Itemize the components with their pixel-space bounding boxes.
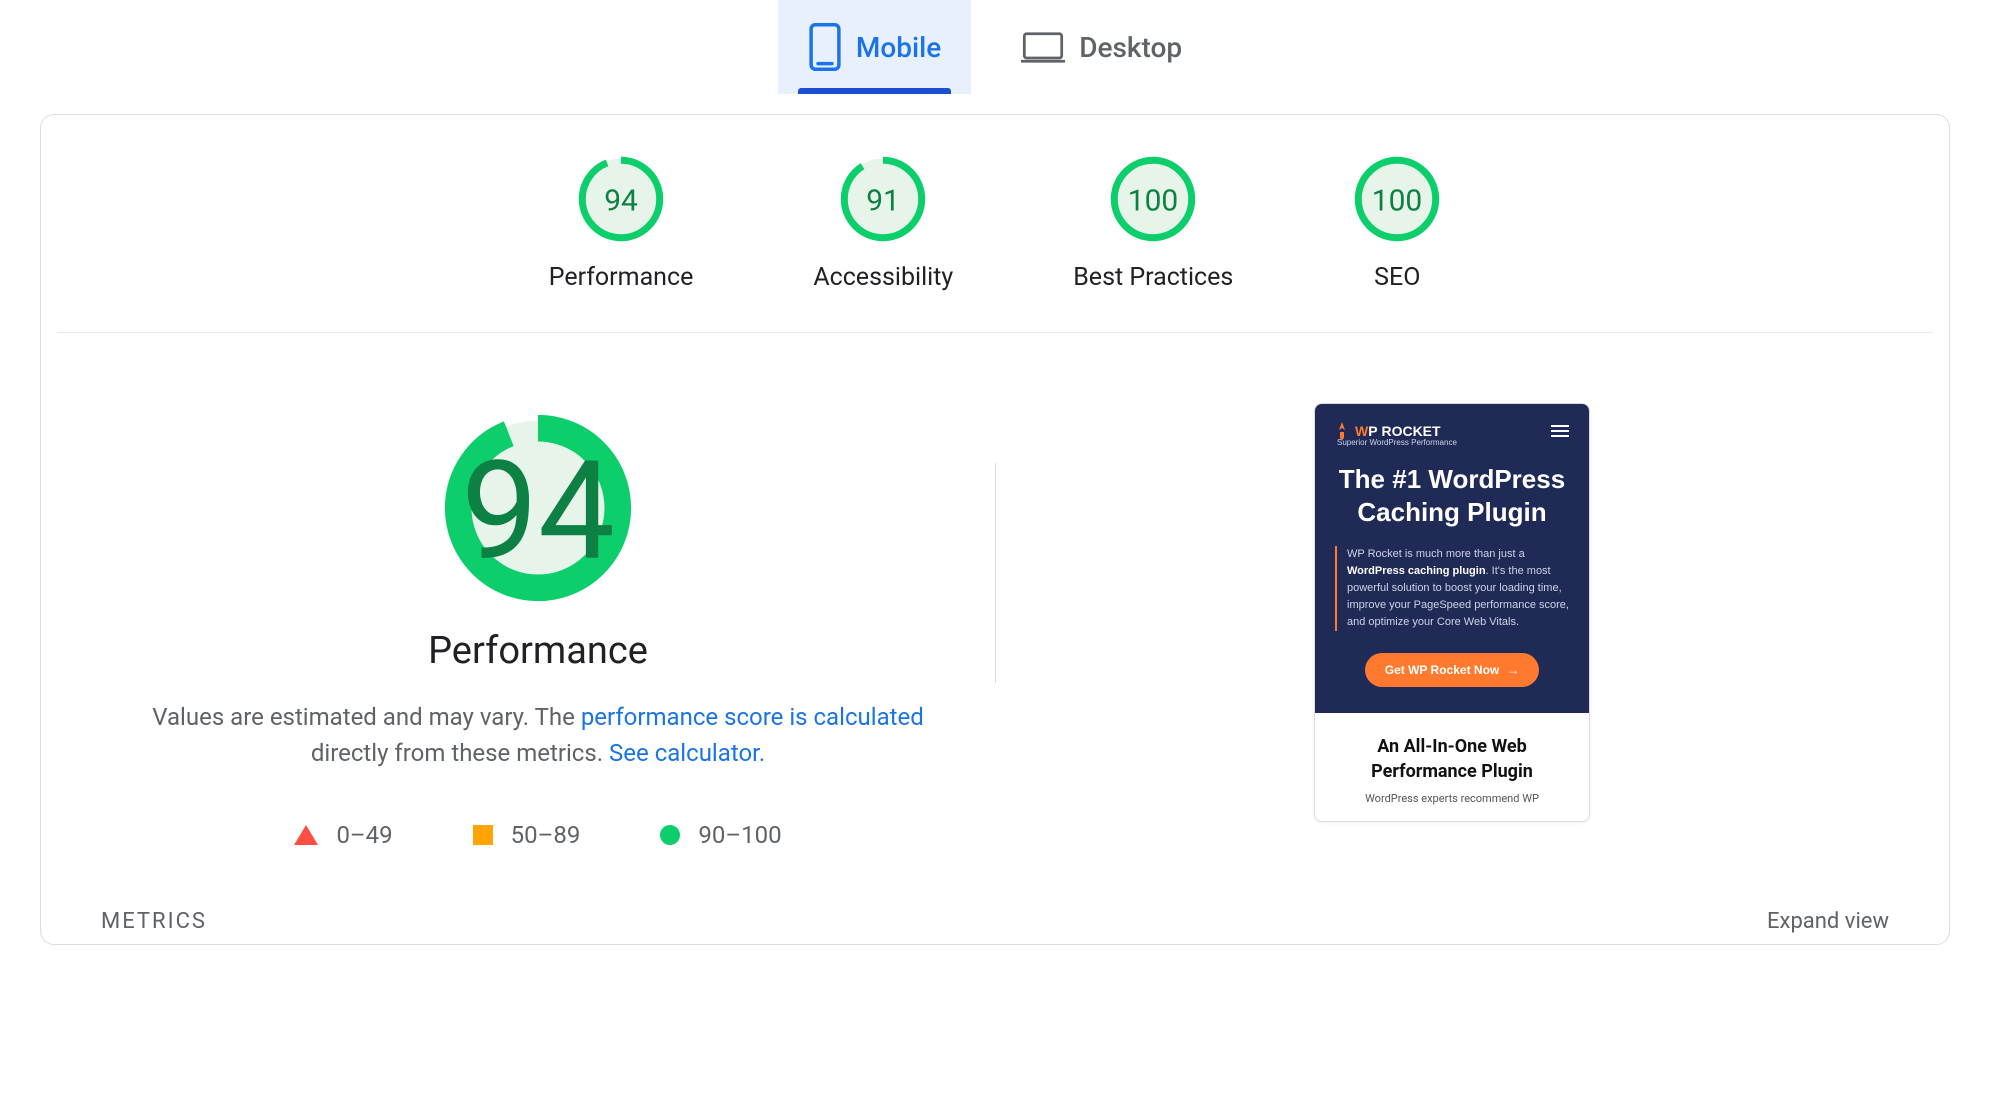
metrics-heading: METRICS <box>101 909 207 934</box>
gauge-seo-icon: 100 <box>1353 155 1441 243</box>
score-seo[interactable]: 100 SEO <box>1353 155 1441 292</box>
tab-desktop-label: Desktop <box>1079 31 1182 64</box>
legend-good: 90–100 <box>660 821 781 849</box>
score-performance-label: Performance <box>549 263 694 292</box>
score-seo-label: SEO <box>1353 263 1441 292</box>
vertical-divider <box>995 463 996 683</box>
tab-mobile-label: Mobile <box>856 31 941 64</box>
performance-detail-left: 94 Performance Values are estimated and … <box>101 413 975 849</box>
preview-bottom-sub: WordPress experts recommend WP <box>1331 792 1573 805</box>
expand-view-button[interactable]: Expand view <box>1767 909 1889 934</box>
performance-detail-title: Performance <box>428 629 648 673</box>
legend-poor: 0–49 <box>294 821 392 849</box>
gauge-performance-large-icon: 94 <box>443 413 633 603</box>
desc-mid: directly from these metrics. <box>311 739 609 767</box>
performance-detail-desc: Values are estimated and may vary. The p… <box>128 699 948 771</box>
preview-cta-label: Get WP Rocket Now <box>1385 663 1499 677</box>
triangle-icon <box>294 825 318 845</box>
preview-wrap: WP ROCKET Superior WordPress Performance… <box>1015 413 1889 849</box>
score-best-practices[interactable]: 100 Best Practices <box>1073 155 1233 292</box>
legend-average: 50–89 <box>473 821 581 849</box>
gauge-performance-icon: 94 <box>577 155 665 243</box>
svg-text:94: 94 <box>461 432 615 592</box>
legend-average-label: 50–89 <box>511 821 581 849</box>
score-accessibility[interactable]: 91 Accessibility <box>813 155 953 292</box>
svg-text:100: 100 <box>1372 183 1422 218</box>
legend-good-label: 90–100 <box>698 821 781 849</box>
svg-text:91: 91 <box>866 183 900 218</box>
metrics-header: METRICS Expand view <box>41 869 1949 944</box>
preview-title: The #1 WordPress Caching Plugin <box>1335 463 1569 528</box>
score-best-practices-label: Best Practices <box>1073 263 1233 292</box>
mobile-icon <box>808 22 842 72</box>
preview-bottom-title: An All-In-One Web Performance Plugin <box>1331 735 1573 784</box>
legend-poor-label: 0–49 <box>336 821 392 849</box>
preview-hero: WP ROCKET Superior WordPress Performance… <box>1315 404 1589 713</box>
desktop-icon <box>1021 29 1065 65</box>
report-card: 94 Performance 91 Accessibility 100 Bes <box>40 114 1950 945</box>
score-performance[interactable]: 94 Performance <box>549 155 694 292</box>
arrow-right-icon: → <box>1507 663 1519 677</box>
tab-desktop[interactable]: Desktop <box>991 0 1212 94</box>
preview-bottom: An All-In-One Web Performance Plugin Wor… <box>1315 713 1589 821</box>
score-accessibility-label: Accessibility <box>813 263 953 292</box>
link-score-calculated[interactable]: performance score is calculated <box>581 703 924 731</box>
hamburger-icon[interactable] <box>1551 425 1569 437</box>
svg-text:94: 94 <box>604 183 638 218</box>
score-legend: 0–49 50–89 90–100 <box>294 821 781 849</box>
circle-icon <box>660 825 680 845</box>
desc-prefix: Values are estimated and may vary. The <box>152 703 581 731</box>
link-see-calculator[interactable]: See calculator. <box>609 739 765 767</box>
preview-tagline: Superior WordPress Performance <box>1337 438 1569 447</box>
svg-text:100: 100 <box>1128 183 1178 218</box>
score-summary-row: 94 Performance 91 Accessibility 100 Bes <box>57 155 1933 333</box>
gauge-best-practices-icon: 100 <box>1109 155 1197 243</box>
site-preview-card: WP ROCKET Superior WordPress Performance… <box>1314 403 1590 822</box>
square-icon <box>473 825 493 845</box>
device-tabs: Mobile Desktop <box>0 0 1990 94</box>
gauge-accessibility-icon: 91 <box>839 155 927 243</box>
tab-mobile[interactable]: Mobile <box>778 0 971 94</box>
performance-detail: 94 Performance Values are estimated and … <box>41 333 1949 869</box>
preview-body: WP Rocket is much more than just a WordP… <box>1335 546 1569 631</box>
preview-cta-button[interactable]: Get WP Rocket Now → <box>1365 653 1539 687</box>
